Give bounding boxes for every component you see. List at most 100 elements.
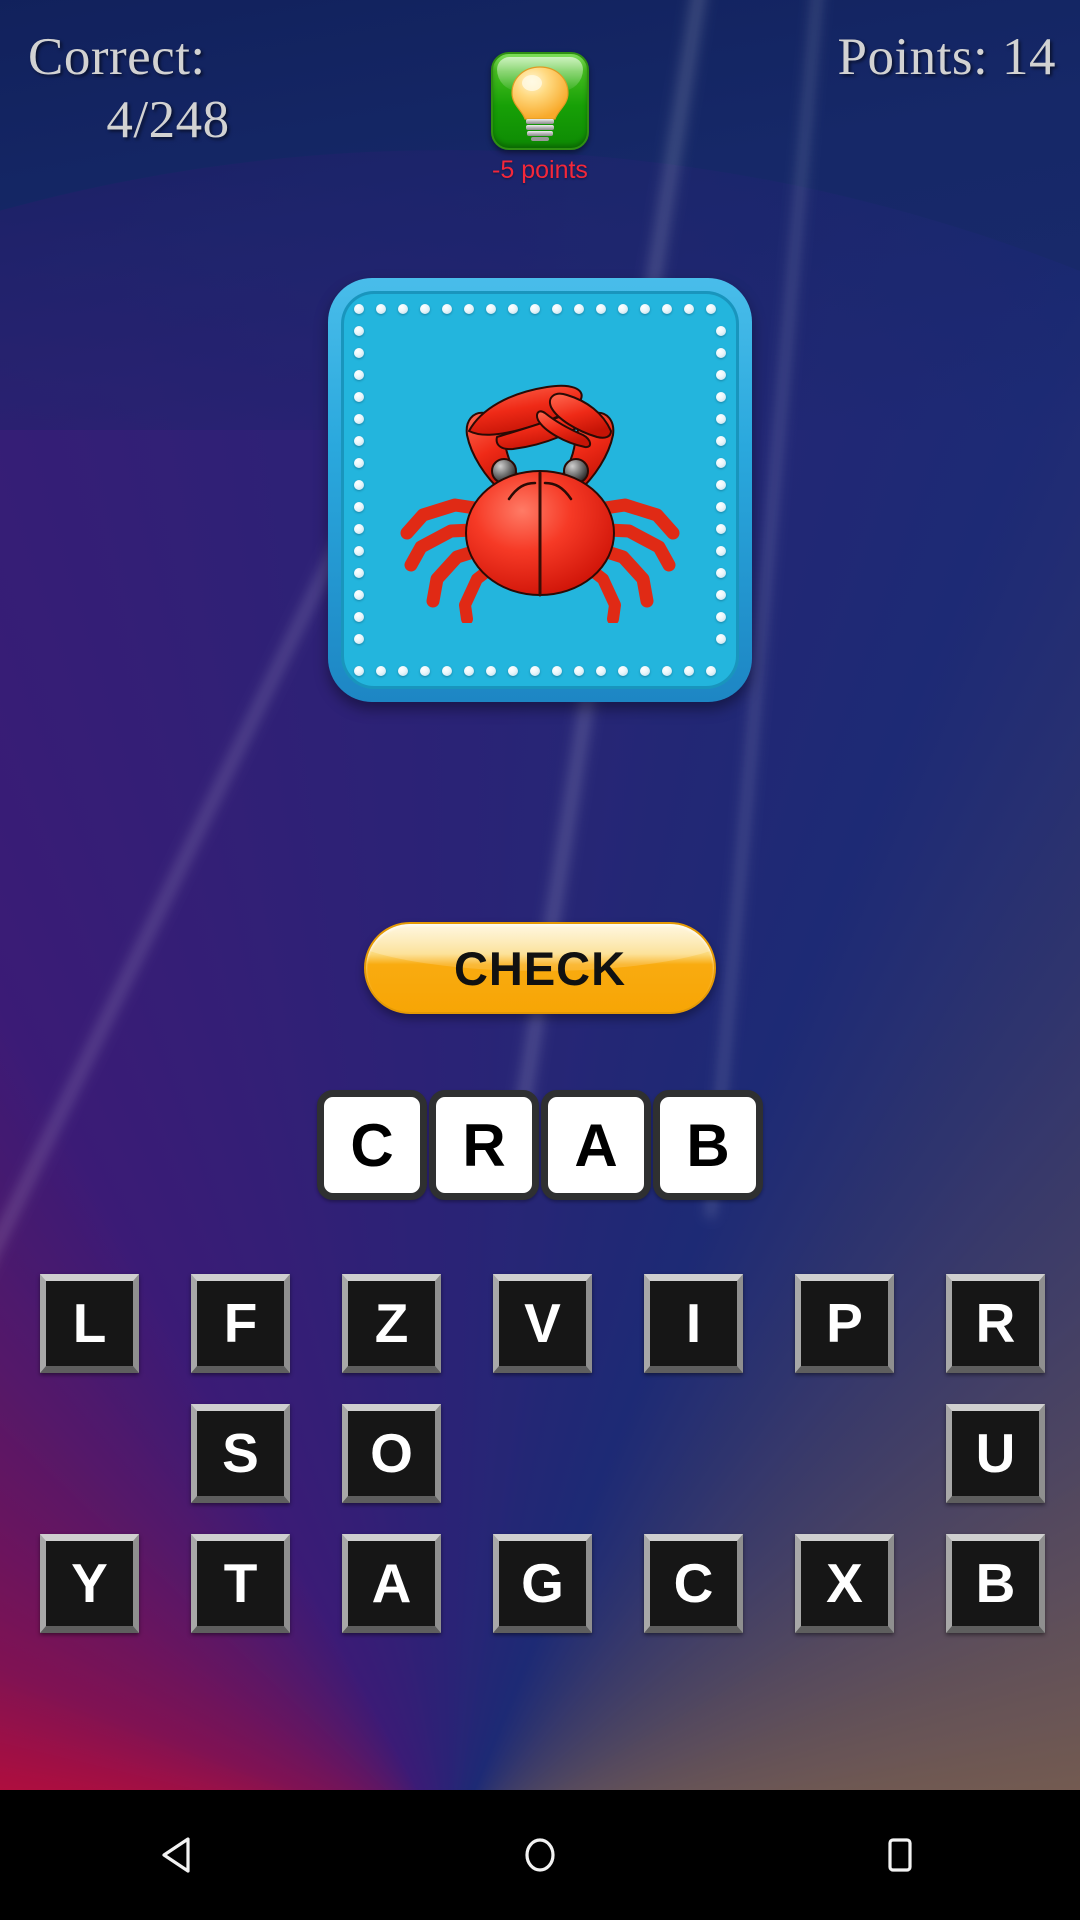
border-dot (420, 304, 430, 314)
key-slot (14, 1388, 165, 1518)
recents-button[interactable] (810, 1790, 990, 1920)
answer-tile[interactable]: A (541, 1090, 651, 1200)
letter-key[interactable]: A (342, 1533, 441, 1633)
letter-key[interactable]: S (191, 1403, 290, 1503)
border-dot (640, 666, 650, 676)
border-dot (716, 524, 726, 534)
letter-key[interactable]: L (40, 1273, 139, 1373)
border-dot (442, 666, 452, 676)
border-dot (552, 304, 562, 314)
border-dot (354, 414, 364, 424)
border-dot (716, 612, 726, 622)
border-dot (684, 304, 694, 314)
border-dot (354, 436, 364, 446)
border-dot (662, 304, 672, 314)
keyboard-row: SO U (0, 1388, 1080, 1518)
back-button[interactable] (90, 1790, 270, 1920)
border-dot (354, 590, 364, 600)
correct-label: Correct: (28, 28, 206, 86)
picture-card (328, 278, 752, 702)
key-slot: S (165, 1388, 316, 1518)
border-dot (354, 370, 364, 380)
key-slot: F (165, 1258, 316, 1388)
border-dot (464, 666, 474, 676)
hint-button[interactable] (491, 52, 589, 150)
border-dot (716, 414, 726, 424)
key-slot (467, 1388, 618, 1518)
border-dot (486, 304, 496, 314)
picture-inner (341, 291, 739, 689)
letter-key[interactable]: T (191, 1533, 290, 1633)
border-dot (508, 666, 518, 676)
border-dot (354, 348, 364, 358)
letter-key[interactable]: C (644, 1533, 743, 1633)
border-dot (716, 480, 726, 490)
border-dot (662, 666, 672, 676)
letter-key[interactable]: G (493, 1533, 592, 1633)
key-slot: I (618, 1258, 769, 1388)
border-dot (716, 568, 726, 578)
letter-key[interactable]: V (493, 1273, 592, 1373)
key-slot: X (769, 1518, 920, 1648)
border-dot (398, 304, 408, 314)
border-dot (574, 666, 584, 676)
letter-key[interactable]: I (644, 1273, 743, 1373)
answer-tile[interactable]: B (653, 1090, 763, 1200)
answer-tile[interactable]: R (429, 1090, 539, 1200)
check-button-label: CHECK (453, 941, 627, 995)
border-dot (716, 634, 726, 644)
letter-key[interactable]: P (795, 1273, 894, 1373)
answer-row: CRAB (316, 1090, 764, 1200)
border-dot (530, 666, 540, 676)
border-dot (618, 304, 628, 314)
border-dot (716, 436, 726, 446)
border-dot (376, 666, 386, 676)
border-dot (398, 666, 408, 676)
key-slot: L (14, 1258, 165, 1388)
lightbulb-icon (511, 66, 569, 141)
keyboard-row: LFZVIPR (0, 1258, 1080, 1388)
key-slot: A (316, 1518, 467, 1648)
app-screen: Correct: 4/248 Points: 14 -5 points CHEC… (0, 0, 1080, 1920)
key-slot: B (920, 1518, 1071, 1648)
letter-key[interactable]: X (795, 1533, 894, 1633)
border-dot (596, 666, 606, 676)
border-dot (354, 634, 364, 644)
answer-tile[interactable]: C (317, 1090, 427, 1200)
points-value: Points: 14 (837, 28, 1056, 86)
key-slot: P (769, 1258, 920, 1388)
correct-value: 4/248 (106, 90, 230, 149)
border-dot (596, 304, 606, 314)
border-dot (716, 502, 726, 512)
letter-key[interactable]: R (946, 1273, 1045, 1373)
letter-key[interactable]: Y (40, 1533, 139, 1633)
key-slot: C (618, 1518, 769, 1648)
android-navigation-bar (0, 1790, 1080, 1920)
letter-key[interactable]: Z (342, 1273, 441, 1373)
border-dot (354, 502, 364, 512)
border-dot (574, 304, 584, 314)
points-counter: Points: 14 (837, 26, 1056, 89)
border-dot (706, 666, 716, 676)
border-dot (508, 304, 518, 314)
border-dot (354, 392, 364, 402)
border-dot (716, 392, 726, 402)
letter-key[interactable]: O (342, 1403, 441, 1503)
letter-key[interactable]: U (946, 1403, 1045, 1503)
check-button[interactable]: CHECK (364, 922, 716, 1014)
border-dot (354, 524, 364, 534)
crab-illustration (400, 384, 680, 623)
border-dot (464, 304, 474, 314)
key-slot: R (920, 1258, 1071, 1388)
keyboard-row: YTAGCXB (0, 1518, 1080, 1648)
home-button[interactable] (450, 1790, 630, 1920)
border-dot (442, 304, 452, 314)
border-dot (354, 480, 364, 490)
letter-key[interactable]: F (191, 1273, 290, 1373)
letter-key[interactable]: B (946, 1533, 1045, 1633)
border-dot (376, 304, 386, 314)
key-slot: T (165, 1518, 316, 1648)
border-dot (716, 458, 726, 468)
recents-icon (888, 1838, 912, 1872)
border-dot (716, 546, 726, 556)
